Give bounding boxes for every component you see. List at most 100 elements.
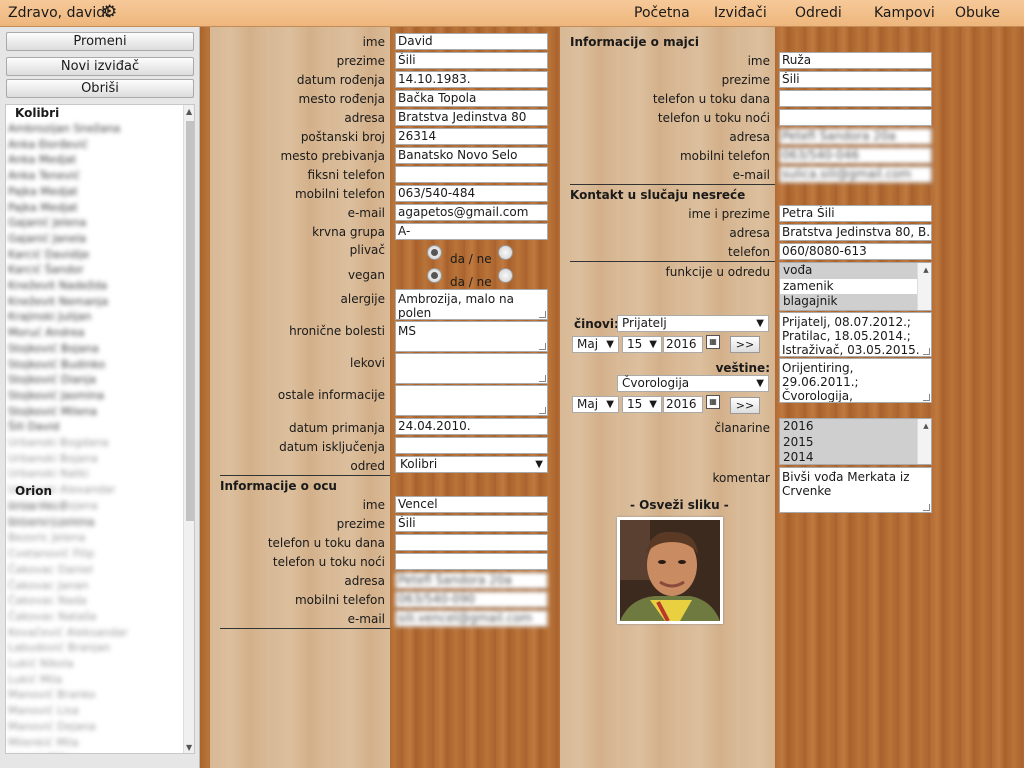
scout-list-item[interactable]: Gajanić Jelena bbox=[6, 215, 178, 231]
dob-input[interactable]: 14.10.1983. bbox=[395, 71, 548, 88]
rank-day-select[interactable]: 15 ▼ bbox=[622, 336, 662, 353]
skill-day-select[interactable]: 15 ▼ bbox=[622, 396, 662, 413]
scout-list-item[interactable]: Kneževit Nemanja bbox=[6, 294, 178, 310]
group-members-kolibri[interactable]: Ambrozijan Snežana Anka Đorđević Anka Medj… bbox=[6, 121, 178, 435]
postal-input[interactable]: 26314 bbox=[395, 128, 548, 145]
role-option-treasurer[interactable]: blagajnik bbox=[780, 294, 931, 310]
residence-input[interactable]: Banatsko Novo Selo bbox=[395, 147, 548, 164]
skill-add-button[interactable]: >> bbox=[730, 397, 760, 414]
comment-textarea[interactable]: Bivši vođa Merkata iz Crvenke bbox=[779, 467, 932, 513]
scroll-down-icon[interactable]: ▼ bbox=[186, 743, 192, 752]
emergency-phone-input[interactable]: 060/8080-613 bbox=[779, 243, 932, 260]
mother-name-input[interactable]: Ruža bbox=[779, 52, 932, 69]
mobile-input[interactable]: 063/540-484 bbox=[395, 185, 548, 202]
role-option-leader[interactable]: vođa bbox=[780, 263, 931, 279]
nav-obuke[interactable]: Obuke bbox=[955, 5, 1000, 21]
scout-list-item[interactable]: Bezoric Jelena bbox=[6, 530, 178, 546]
edit-button[interactable]: Promeni bbox=[6, 32, 194, 51]
blood-input[interactable]: A- bbox=[395, 223, 548, 240]
scout-list-item[interactable]: Urbanski Bogdana bbox=[6, 435, 178, 451]
calendar-icon[interactable]: ▦ bbox=[706, 395, 720, 409]
nav-izvidjaci[interactable]: Izviđači bbox=[714, 5, 767, 21]
nav-odredi[interactable]: Odredi bbox=[795, 5, 842, 21]
mother-night_phone-input[interactable] bbox=[779, 109, 932, 126]
skill-select[interactable]: Čvorologija ▼ bbox=[617, 375, 769, 392]
name-input[interactable]: David bbox=[395, 33, 548, 50]
scout-list[interactable]: Kolibri Ambrozijan Snežana Anka Đorđević A… bbox=[5, 104, 195, 754]
scout-list-item[interactable]: Anda Pesić bbox=[6, 499, 178, 515]
chronic-textarea[interactable]: MS bbox=[395, 321, 548, 352]
excluded-input[interactable] bbox=[395, 437, 548, 454]
unit-select[interactable]: Kolibri ▼ bbox=[395, 456, 548, 473]
emergency-address-input[interactable]: Bratstva Jedinstva 80, B.N.S bbox=[779, 224, 932, 241]
roles-scrollbar[interactable]: ▲▼ bbox=[917, 263, 931, 310]
scout-list-item[interactable]: Bezoric Jasmina bbox=[6, 515, 178, 531]
scout-list-item[interactable]: Krajinski Julijan bbox=[6, 309, 178, 325]
scout-list-item[interactable]: Kovačević Aleksandar bbox=[6, 625, 178, 641]
scout-list-item[interactable]: Čakovac Nada bbox=[6, 593, 178, 609]
scout-list-item[interactable]: Kneževit Nadežda bbox=[6, 278, 178, 294]
scout-list-item[interactable]: Moruć Andrea bbox=[6, 325, 178, 341]
skill-year-input[interactable]: 2016 bbox=[663, 396, 703, 413]
ranks-list[interactable]: Prijatelj, 08.07.2012.; Pratilac, 18.05.… bbox=[779, 312, 932, 357]
nav-pocetna[interactable]: Početna bbox=[634, 5, 690, 21]
emergency-fullname-input[interactable]: Petra Šili bbox=[779, 205, 932, 222]
mother-surname-input[interactable]: Šili bbox=[779, 71, 932, 88]
calendar-icon[interactable]: ▦ bbox=[706, 335, 720, 349]
father-address-input[interactable]: Petefi Šandora 20a bbox=[395, 572, 548, 589]
father-surname-input[interactable]: Šili bbox=[395, 515, 548, 532]
scout-list-item[interactable]: Anka Medjat bbox=[6, 152, 178, 168]
scout-list-item[interactable]: Čakovac Daniel bbox=[6, 562, 178, 578]
address-input[interactable]: Bratstva Jedinstva 80 bbox=[395, 109, 548, 126]
scout-list-item[interactable]: Pajka Medjat bbox=[6, 200, 178, 216]
joined-input[interactable]: 24.04.2010. bbox=[395, 418, 548, 435]
scout-list-item[interactable]: Anka Tenević bbox=[6, 168, 178, 184]
swimmer-yes-radio[interactable] bbox=[427, 245, 442, 260]
membership-year[interactable]: 2014 bbox=[780, 450, 931, 464]
nav-kampovi[interactable]: Kampovi bbox=[874, 5, 935, 21]
scout-list-item[interactable]: Manović Dejana bbox=[6, 719, 178, 735]
allergies-textarea[interactable]: Ambrozija, malo na polen bbox=[395, 289, 548, 320]
scout-list-item[interactable]: Jelenić Milica bbox=[6, 750, 178, 753]
scout-list-item[interactable]: Milenkić Mila bbox=[6, 735, 178, 751]
mother-day_phone-input[interactable] bbox=[779, 90, 932, 107]
scout-list-item[interactable]: Urbanski Bojana bbox=[6, 451, 178, 467]
mother-email-input[interactable]: sulica.sili@gmail.com bbox=[779, 166, 932, 183]
skill-month-select[interactable]: Maj ▼ bbox=[572, 396, 619, 413]
scout-list-item[interactable]: Labudović Branjan bbox=[6, 640, 178, 656]
birthplace-input[interactable]: Bačka Topola bbox=[395, 90, 548, 107]
landline-input[interactable] bbox=[395, 166, 548, 183]
membership-year[interactable]: 2016 bbox=[780, 419, 931, 435]
rank-select[interactable]: Prijatelj ▼ bbox=[617, 315, 769, 332]
scroll-up-icon[interactable]: ▲ bbox=[186, 107, 192, 116]
swimmer-no-radio[interactable] bbox=[498, 245, 513, 260]
scout-list-item[interactable]: Ambrozijan Snežana bbox=[6, 121, 178, 137]
father-mobile-input[interactable]: 063/540-090 bbox=[395, 591, 548, 608]
scout-list-item[interactable]: Stojković Milena bbox=[6, 404, 178, 420]
other-info-textarea[interactable] bbox=[395, 385, 548, 416]
scout-list-item[interactable]: Karcić Šandor bbox=[6, 262, 178, 278]
mother-address-input[interactable]: Petefi Šandora 20a bbox=[779, 128, 932, 145]
membership-year[interactable]: 2015 bbox=[780, 435, 931, 451]
scout-list-item[interactable]: Šili David bbox=[6, 419, 178, 435]
roles-listbox[interactable]: vođa zamenik blagajnik ▲▼ bbox=[779, 262, 932, 311]
membership-listbox[interactable]: 2016 2015 2014 ▲▼ bbox=[779, 418, 932, 465]
group-members-orion[interactable]: Anda Pesić Bezoric Jasmina Bezoric Jelena C… bbox=[6, 499, 178, 753]
scout-list-item[interactable]: Pajka Medjat bbox=[6, 184, 178, 200]
scout-list-item[interactable]: Urbanski Natki bbox=[6, 466, 178, 482]
scroll-thumb[interactable] bbox=[186, 121, 194, 521]
scout-list-item[interactable]: Stojković Bojana bbox=[6, 341, 178, 357]
vegan-no-radio[interactable] bbox=[498, 268, 513, 283]
father-name-input[interactable]: Vencel bbox=[395, 496, 548, 513]
new-scout-button[interactable]: Novi izviđač bbox=[6, 57, 194, 76]
role-option-deputy[interactable]: zamenik bbox=[780, 279, 931, 295]
scout-list-item[interactable]: Anka Đorđević bbox=[6, 137, 178, 153]
list-scrollbar[interactable]: ▲ ▼ bbox=[183, 105, 194, 753]
scout-list-item[interactable]: Gajanić Janela bbox=[6, 231, 178, 247]
father-day_phone-input[interactable] bbox=[395, 534, 548, 551]
membership-scrollbar[interactable]: ▲▼ bbox=[917, 419, 931, 464]
meds-textarea[interactable] bbox=[395, 353, 548, 384]
rank-month-select[interactable]: Maj ▼ bbox=[572, 336, 619, 353]
skills-list[interactable]: Orijentiring, 29.06.2011.; Čvorologija, bbox=[779, 358, 932, 403]
gear-icon[interactable]: ⚙ bbox=[102, 3, 117, 21]
